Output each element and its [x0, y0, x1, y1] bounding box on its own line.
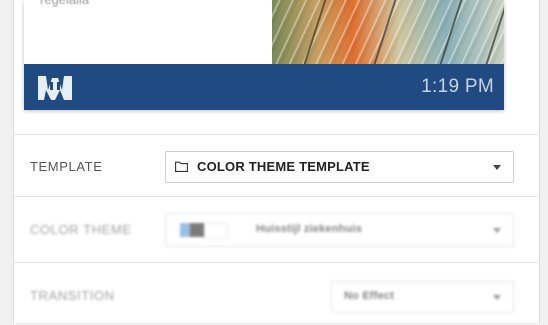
color-swatch-black — [190, 223, 204, 237]
template-value: COLOR THEME TEMPLATE — [197, 159, 370, 174]
transition-select[interactable]: No Effect — [331, 281, 514, 313]
color-swatch-blue — [180, 223, 190, 237]
folder-icon — [175, 161, 188, 172]
template-label: TEMPLATE — [30, 159, 103, 174]
brand-logo-icon — [38, 76, 72, 100]
template-select[interactable]: COLOR THEME TEMPLATE — [165, 151, 514, 183]
preview-caption: regelalla — [40, 0, 89, 7]
transition-value: No Effect — [344, 290, 395, 302]
preview-image — [272, 0, 504, 64]
chevron-down-icon — [493, 165, 501, 170]
color-theme-row: COLOR THEME Huisstijl ziekenhuis — [14, 196, 538, 263]
transition-row: TRANSITION No Effect — [14, 262, 538, 325]
template-row: TEMPLATE COLOR THEME TEMPLATE — [14, 134, 538, 197]
color-swatch-white — [204, 223, 228, 239]
color-theme-value: Huisstijl ziekenhuis — [256, 223, 363, 235]
color-theme-select[interactable]: Huisstijl ziekenhuis — [165, 213, 514, 247]
chevron-down-icon — [493, 295, 501, 300]
preview-time: 1:19 PM — [421, 76, 494, 97]
slide-preview: regelalla 1:19 PM — [24, 0, 504, 110]
color-theme-label: COLOR THEME — [30, 222, 132, 237]
chevron-down-icon — [493, 228, 501, 233]
preview-footer-bar: 1:19 PM — [24, 64, 504, 110]
transition-label: TRANSITION — [30, 288, 115, 303]
